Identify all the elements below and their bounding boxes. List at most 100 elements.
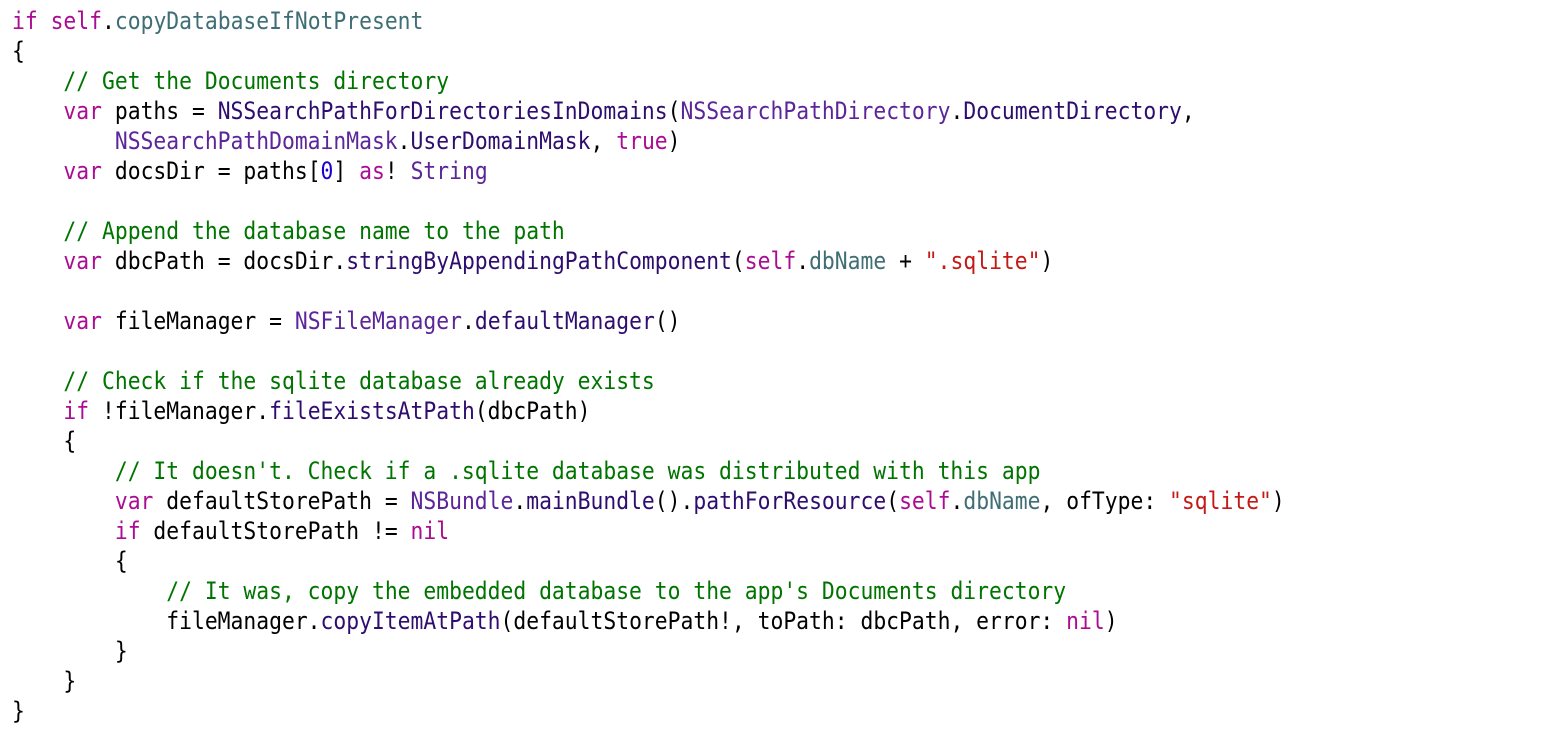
keyword-token: nil <box>1066 607 1105 635</box>
plain-token: ) <box>667 127 681 155</box>
keyword-token: if <box>12 7 51 35</box>
plain-token: paths = <box>102 97 218 125</box>
plain-token: } <box>12 667 77 695</box>
keyword-token: var <box>63 97 103 125</box>
plain-token: , <box>1181 97 1195 125</box>
type-token: String <box>410 157 488 185</box>
function-token: DocumentDirectory <box>963 97 1182 125</box>
function-token: stringByAppendingPathComponent <box>346 247 732 275</box>
plain-token: defaultStorePath = <box>153 487 411 515</box>
plain-token: !fileManager. <box>89 397 270 425</box>
keyword-token: var <box>114 487 154 515</box>
code-line: // Append the database name to the path <box>12 216 1285 246</box>
plain-token: { <box>12 427 77 455</box>
code-line: var docsDir = paths[0] as! String <box>12 156 1285 186</box>
code-line: if defaultStorePath != nil <box>12 516 1285 546</box>
function-token: UserDomainMask <box>410 127 591 155</box>
code-line: { <box>12 546 1285 576</box>
code-line: // It doesn't. Check if a .sqlite databa… <box>12 456 1285 486</box>
comment-token: // Check if the sqlite database already … <box>63 367 655 395</box>
comment-token: // Get the Documents directory <box>63 67 450 95</box>
plain-token: fileManager. <box>12 607 321 635</box>
plain-token: } <box>12 697 25 725</box>
string-token: "sqlite" <box>1169 487 1272 515</box>
comment-token: // It doesn't. Check if a .sqlite databa… <box>114 457 1041 485</box>
type-token: NSSearchPathDirectory <box>680 97 951 125</box>
plain-token: { <box>12 37 25 65</box>
keyword-token: if <box>114 517 141 545</box>
comment-token: // It was, copy the embedded database to… <box>166 577 1067 605</box>
plain-token: { <box>12 547 128 575</box>
code-line: { <box>12 426 1285 456</box>
plain-token: ] <box>333 157 360 185</box>
code-line: } <box>12 696 1285 726</box>
code-line: fileManager.copyItemAtPath(defaultStoreP… <box>12 606 1285 636</box>
plain-token: , ofType: <box>1040 487 1170 515</box>
code-editor[interactable]: if self.copyDatabaseIfNotPresent{ // Get… <box>12 6 1285 726</box>
keyword-token: as <box>359 157 385 185</box>
plain-token: ! <box>384 157 411 185</box>
plain-token: fileManager = <box>102 307 295 335</box>
type-token: NSFileManager <box>294 307 462 335</box>
code-line: } <box>12 636 1285 666</box>
string-token: ".sqlite" <box>924 247 1041 275</box>
code-line: var fileManager = NSFileManager.defaultM… <box>12 306 1285 336</box>
plain-token: dbcPath = docsDir. <box>102 247 347 275</box>
plain-token: . <box>513 487 527 515</box>
function-token: defaultManager <box>474 307 655 335</box>
plain-token: ( <box>667 97 681 125</box>
function-token: copyItemAtPath <box>320 607 501 635</box>
keyword-token: nil <box>410 517 450 545</box>
plain-token: (defaultStorePath!, toPath: dbcPath, err… <box>500 607 1067 635</box>
plain-token: ) <box>1271 487 1285 515</box>
keyword-token: var <box>63 307 103 335</box>
plain-token: ( <box>886 487 900 515</box>
code-line: var dbcPath = docsDir.stringByAppendingP… <box>12 246 1285 276</box>
function-token: NSSearchPathForDirectoriesInDomains <box>217 97 668 125</box>
plain-token: , <box>590 127 617 155</box>
property-token: copyDatabaseIfNotPresent <box>114 7 424 35</box>
plain-token: } <box>12 637 128 665</box>
keyword-token: self <box>50 7 103 35</box>
keyword-token: var <box>63 247 103 275</box>
code-line: // It was, copy the embedded database to… <box>12 576 1285 606</box>
plain-token: (dbcPath) <box>474 397 591 425</box>
keyword-token: self <box>899 487 951 515</box>
plain-token: + <box>886 247 925 275</box>
plain-token: ( <box>731 247 745 275</box>
property-token: dbName <box>963 487 1041 515</box>
type-token: NSSearchPathDomainMask <box>114 127 398 155</box>
plain-token: . <box>950 487 964 515</box>
code-line: // Check if the sqlite database already … <box>12 366 1285 396</box>
comment-token: // Append the database name to the path <box>63 217 565 245</box>
number-token: 0 <box>320 157 334 185</box>
keyword-token: var <box>63 157 103 185</box>
function-token: pathForResource <box>693 487 887 515</box>
plain-token: . <box>950 97 964 125</box>
code-line: { <box>12 36 1285 66</box>
plain-token: . <box>796 247 810 275</box>
plain-token: . <box>102 7 115 35</box>
keyword-token: if <box>63 397 90 425</box>
code-line: var paths = NSSearchPathForDirectoriesIn… <box>12 96 1285 126</box>
plain-token: . <box>397 127 411 155</box>
keyword-token: self <box>744 247 797 275</box>
code-line: } <box>12 666 1285 696</box>
function-token: mainBundle <box>526 487 655 515</box>
property-token: dbName <box>809 247 887 275</box>
code-line: // Get the Documents directory <box>12 66 1285 96</box>
